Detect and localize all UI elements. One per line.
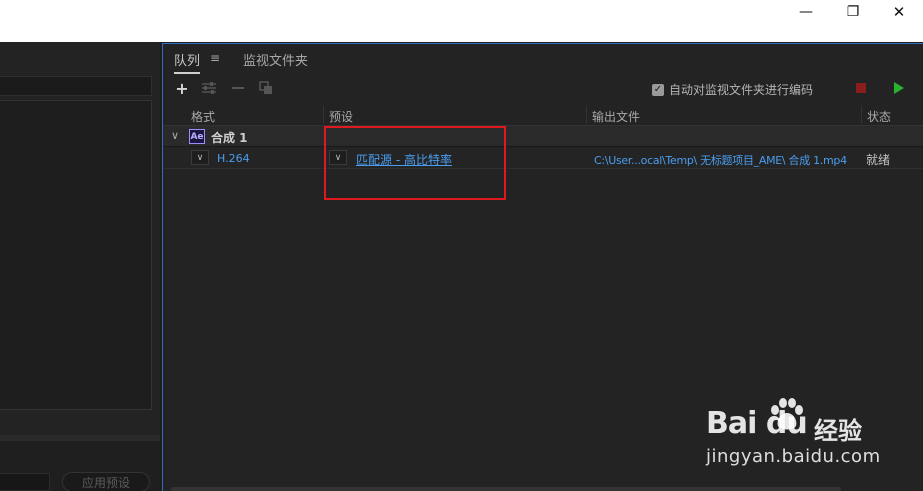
preset-name-field[interactable] xyxy=(0,473,50,491)
start-queue-button[interactable] xyxy=(894,82,904,94)
tab-queue[interactable]: 队列 xyxy=(174,50,201,74)
status-text: 就绪 xyxy=(866,153,891,167)
close-button[interactable]: ✕ xyxy=(876,0,922,24)
annotation-highlight-box xyxy=(324,126,506,200)
column-divider[interactable] xyxy=(861,106,862,124)
watermark-url: jingyan.baidu.com xyxy=(706,446,881,467)
minimize-icon: — xyxy=(799,4,813,20)
column-format[interactable]: 格式 xyxy=(191,108,215,125)
auto-encode-option[interactable]: ✓ 自动对监视文件夹进行编码 xyxy=(652,81,813,98)
baidu-watermark: Bai du 经验 jingyan.baidu.com xyxy=(706,396,896,476)
queue-column-header: 格式 预设 输出文件 状态 xyxy=(163,106,923,126)
preset-footer: 应用预设 xyxy=(0,441,160,491)
minus-icon[interactable] xyxy=(229,78,247,98)
horizontal-scrollbar[interactable] xyxy=(171,487,841,491)
preset-list[interactable] xyxy=(0,100,152,410)
watermark-suffix: 经验 xyxy=(814,417,862,445)
tab-watch-folders[interactable]: 监视文件夹 xyxy=(243,50,308,69)
column-divider[interactable] xyxy=(586,106,587,124)
format-dropdown-button[interactable]: ∨ xyxy=(191,150,209,165)
minimize-button[interactable]: — xyxy=(783,0,829,24)
preset-search-input[interactable] xyxy=(0,76,152,96)
column-status[interactable]: 状态 xyxy=(867,108,891,125)
column-divider[interactable] xyxy=(323,106,324,124)
panel-tabs: 队列 ≡ 监视文件夹 xyxy=(163,44,923,74)
output-file-link[interactable]: C:\User...ocal\Temp\ 无标题项目_AME\ 合成 1.mp4 xyxy=(594,152,847,168)
queue-item-row[interactable]: ∨ H.264 ∨ 匹配源 - 高比特率 C:\User...ocal\Temp… xyxy=(163,148,923,169)
auto-encode-label: 自动对监视文件夹进行编码 xyxy=(669,83,814,97)
close-icon: ✕ xyxy=(892,3,906,21)
column-output-file[interactable]: 输出文件 xyxy=(592,108,640,125)
auto-encode-checkbox[interactable]: ✓ xyxy=(652,83,664,96)
format-link[interactable]: H.264 xyxy=(217,152,250,165)
restore-icon: ❐ xyxy=(846,4,860,20)
queue-toolbar: + ✓ 自动对监视文件夹进行编码 xyxy=(163,78,923,100)
after-effects-icon: Ae xyxy=(189,129,205,144)
chevron-down-icon[interactable]: ∨ xyxy=(171,129,179,142)
preset-browser-panel: 应用预设 xyxy=(0,42,160,491)
stop-queue-button[interactable] xyxy=(856,83,866,93)
panel-menu-icon[interactable]: ≡ xyxy=(210,51,220,65)
restore-button[interactable]: ❐ xyxy=(830,0,876,24)
title-bar: — ❐ ✕ xyxy=(0,0,923,42)
sliders-icon[interactable] xyxy=(200,78,218,98)
duplicate-icon[interactable] xyxy=(257,78,275,98)
composition-name: 合成 1 xyxy=(211,131,248,145)
paw-icon xyxy=(771,398,803,430)
plus-icon[interactable]: + xyxy=(173,78,191,98)
apply-preset-button[interactable]: 应用预设 xyxy=(62,472,150,491)
queue-group-row[interactable]: ∨ Ae 合成 1 xyxy=(163,126,923,147)
column-preset[interactable]: 预设 xyxy=(329,108,353,125)
